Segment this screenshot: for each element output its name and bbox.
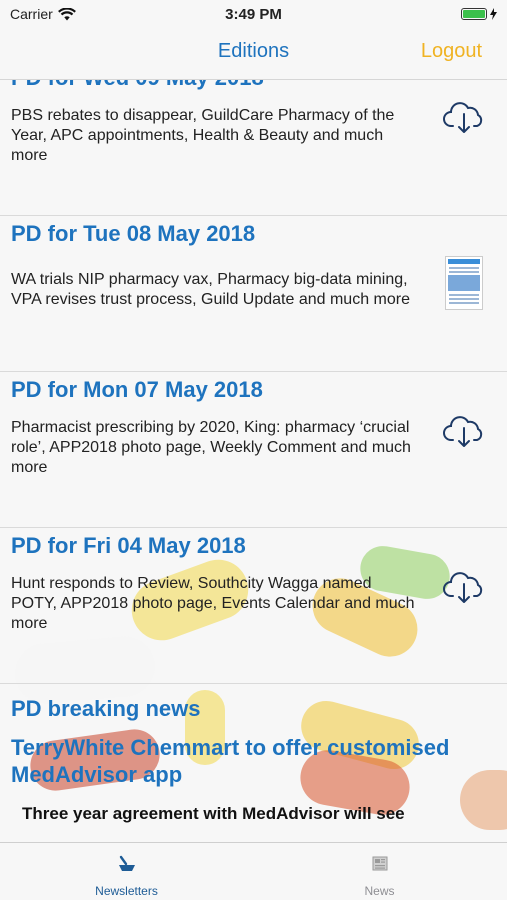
breaking-news-heading: PD breaking news: [11, 696, 201, 721]
edition-title: PD for Fri 04 May 2018: [11, 533, 246, 558]
download-cloud-icon[interactable]: [443, 100, 485, 134]
tab-label: Newsletters: [95, 884, 158, 898]
navigation-bar: Editions Logout: [0, 28, 507, 80]
edition-cover-thumbnail[interactable]: [445, 256, 483, 310]
carrier-signal: Carrier: [10, 6, 76, 22]
charging-bolt-icon: [490, 8, 497, 20]
edition-title: PD for Tue 08 May 2018: [11, 221, 256, 246]
edition-description: Pharmacist prescribing by 2020, King: ph…: [11, 419, 411, 476]
clock: 3:49 PM: [225, 5, 282, 23]
edition-title: PD for Wed 09 May 2018: [11, 80, 264, 91]
tab-newsletters[interactable]: Newsletters: [0, 843, 253, 900]
edition-description: PBS rebates to disappear, GuildCare Phar…: [11, 107, 395, 164]
newspaper-icon: [372, 856, 387, 871]
edition-row[interactable]: PD for Tue 08 May 2018 WA trials NIP pha…: [0, 216, 507, 372]
battery-indicator: [461, 8, 497, 20]
edition-row[interactable]: PD for Wed 09 May 2018 PBS rebates to di…: [0, 80, 507, 216]
tab-news[interactable]: News: [253, 843, 506, 900]
status-bar: Carrier 3:49 PM: [0, 0, 507, 28]
edition-description: Hunt responds to Review, Southcity Wagga…: [11, 575, 415, 632]
tab-label: News: [364, 884, 395, 898]
mortar-pestle-icon: [118, 855, 135, 871]
edition-row[interactable]: PD for Mon 07 May 2018 Pharmacist prescr…: [0, 372, 507, 528]
download-cloud-icon[interactable]: [443, 570, 485, 604]
tab-bar: Newsletters News: [0, 842, 507, 900]
logout-button[interactable]: Logout: [421, 40, 482, 63]
breaking-news-title: TerryWhite Chemmart to offer customised …: [11, 735, 450, 787]
download-cloud-icon[interactable]: [443, 414, 485, 448]
edition-row[interactable]: PD for Fri 04 May 2018 Hunt responds to …: [0, 528, 507, 684]
editions-list[interactable]: PD for Wed 09 May 2018 PBS rebates to di…: [0, 80, 507, 842]
edition-title: PD for Mon 07 May 2018: [11, 377, 263, 402]
battery-icon: [461, 8, 487, 20]
wifi-icon: [57, 7, 76, 20]
carrier-label: Carrier: [10, 6, 53, 22]
edition-description: WA trials NIP pharmacy vax, Pharmacy big…: [11, 271, 410, 308]
breaking-news-summary: Three year agreement with MedAdvisor wil…: [22, 804, 405, 823]
